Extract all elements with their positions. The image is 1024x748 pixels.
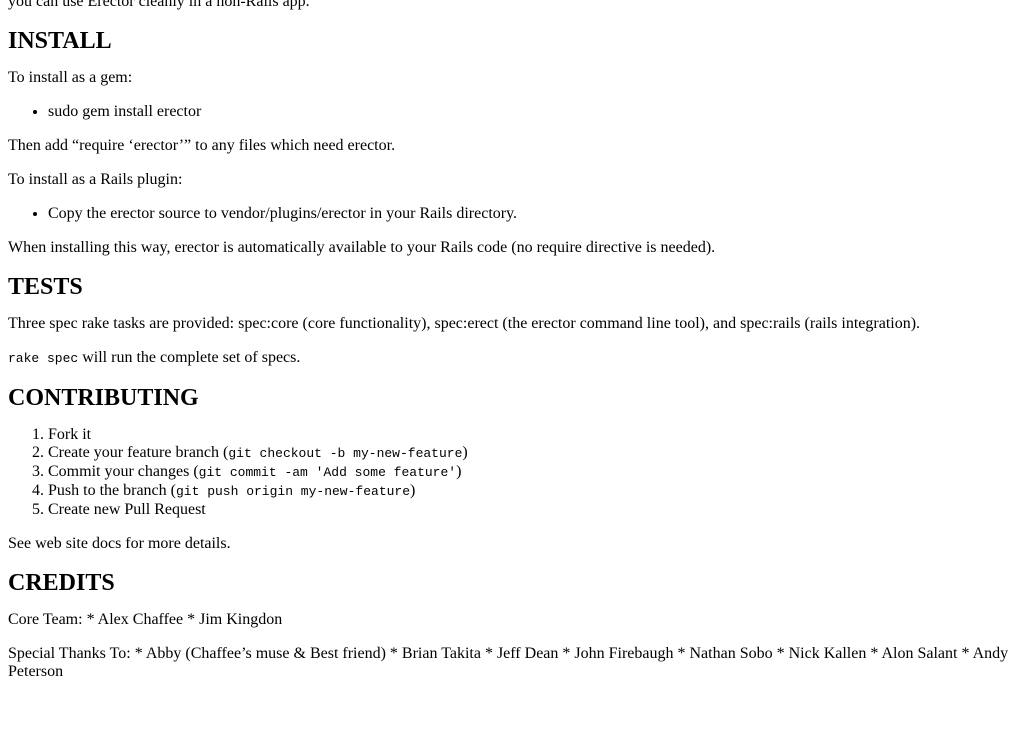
readme-document: you can use Erector cleanly in a non-Rai… [0, 0, 1024, 681]
list-item: Fork it [48, 426, 1016, 444]
install-gem-list: sudo gem install erector [8, 103, 1016, 121]
list-item: Push to the branch (git push origin my-n… [48, 482, 1016, 501]
list-item: sudo gem install erector [48, 103, 1016, 121]
rake-spec-code: rake spec [8, 351, 79, 366]
intro-paragraph: you can use Erector cleanly in a non-Rai… [8, 0, 310, 10]
tests-heading: TESTS [8, 274, 83, 300]
list-item: Commit your changes (git commit -am 'Add… [48, 463, 1016, 482]
install-gem-intro: To install as a gem: [8, 69, 133, 86]
install-plugin-note: When installing this way, erector is aut… [8, 239, 716, 256]
core-team-paragraph: Core Team: * Alex Chaffee * Jim Kingdon [8, 611, 283, 628]
list-item: Copy the erector source to vendor/plugin… [48, 205, 1016, 223]
install-plugin-intro: To install as a Rails plugin: [8, 171, 183, 188]
git-command-code: git push origin my-new-feature [175, 484, 411, 499]
install-heading: INSTALL [8, 28, 112, 54]
rake-spec-text: will run the complete set of specs. [78, 349, 301, 366]
tests-rake-paragraph: rake spec will run the complete set of s… [8, 349, 1016, 368]
git-command-code: git commit -am 'Add some feature' [198, 465, 457, 480]
see-docs-note: See web site docs for more details. [8, 535, 231, 552]
contributing-steps: Fork it Create your feature branch (git … [8, 426, 1016, 519]
special-thanks-paragraph: Special Thanks To: * Abby (Chaffee’s mus… [8, 645, 1009, 680]
list-item: Create your feature branch (git checkout… [48, 444, 1016, 463]
git-command-code: git checkout -b my-new-feature [228, 446, 463, 461]
install-plugin-list: Copy the erector source to vendor/plugin… [8, 205, 1016, 223]
tests-description: Three spec rake tasks are provided: spec… [8, 315, 921, 332]
contributing-heading: CONTRIBUTING [8, 385, 199, 411]
credits-heading: CREDITS [8, 570, 115, 596]
install-require-note: Then add “require ‘erector’” to any file… [8, 137, 396, 154]
list-item: Create new Pull Request [48, 501, 1016, 519]
